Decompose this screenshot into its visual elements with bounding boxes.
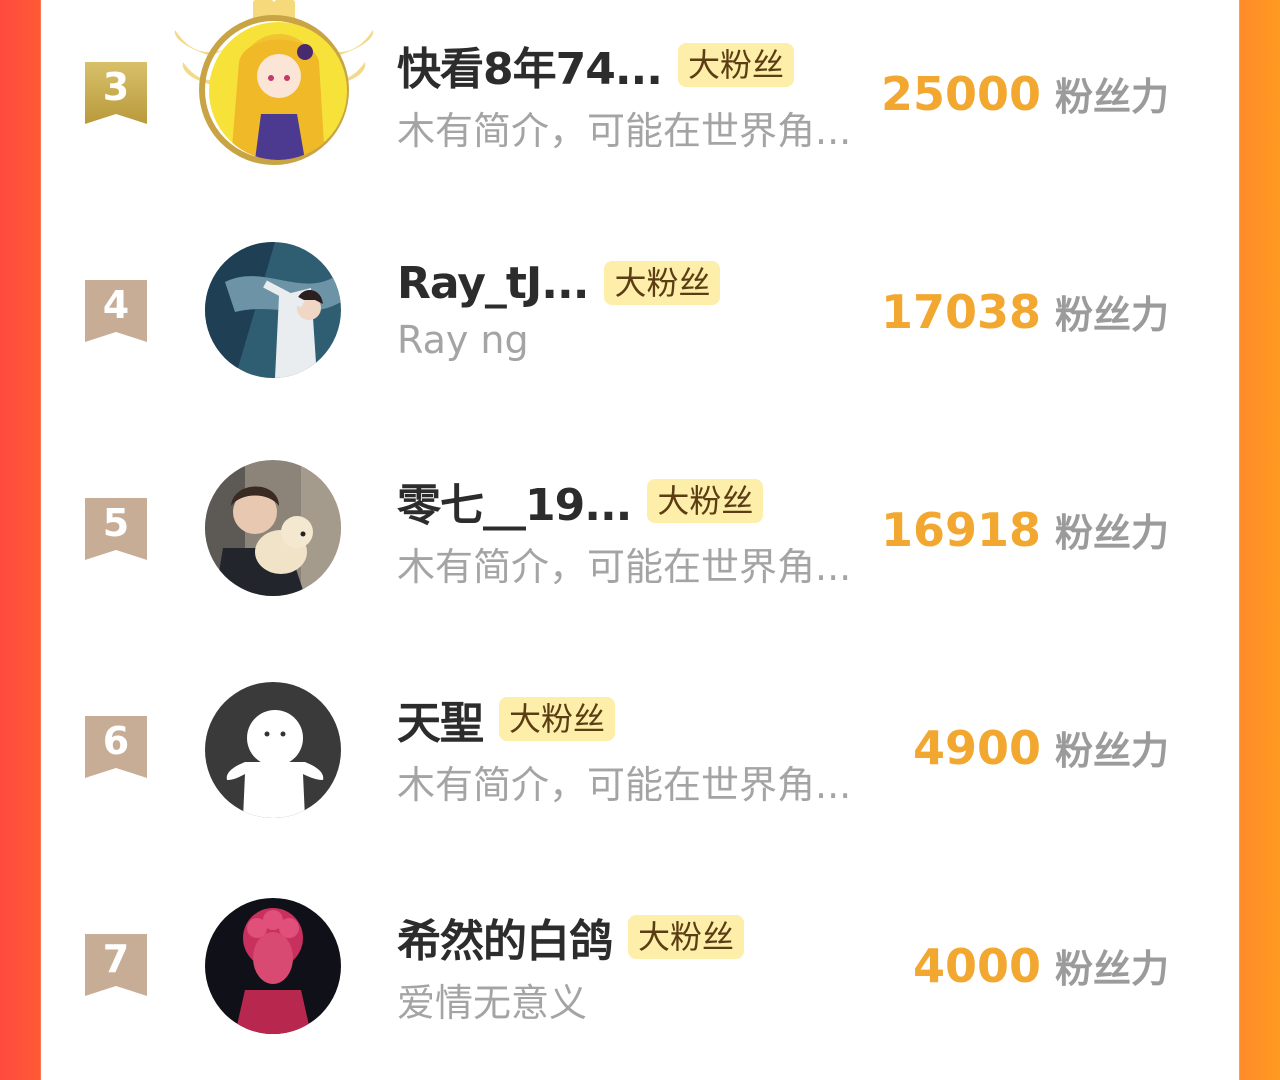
user-bio: 木有简介，可能在世界角... <box>397 109 852 153</box>
list-item[interactable]: 6 天聖 大粉丝 木有简介，可能在世界角... 4900 粉丝力 <box>41 644 1239 862</box>
fan-ranking-list: 3 快看8年74... 大粉丝 木有简介，可能在世界角... 25000 粉丝力… <box>41 0 1239 1034</box>
user-name[interactable]: 快看8年74... <box>397 33 663 97</box>
score-value: 16918 <box>880 503 1041 557</box>
user-bio: 爱情无意义 <box>397 981 588 1025</box>
user-name-line: 零七__19... 大粉丝 <box>397 474 764 531</box>
user-bio: Ray ng <box>397 318 529 362</box>
rank-ribbon: 6 <box>85 716 147 778</box>
manga-boy-avatar[interactable] <box>205 242 341 378</box>
score-value: 4900 <box>912 721 1041 775</box>
score-value: 4000 <box>912 939 1041 993</box>
list-item[interactable]: 4 Ray_tJ... 大粉丝 Ray ng 17038 粉丝力 <box>41 208 1239 426</box>
boy-with-dog-avatar[interactable] <box>205 460 341 596</box>
anime-girl-avatar[interactable] <box>209 22 347 160</box>
user-name[interactable]: 零七__19... <box>397 469 632 533</box>
score-value: 17038 <box>880 285 1041 339</box>
fan-level-badge: 大粉丝 <box>678 43 795 87</box>
fan-level-badge: 大粉丝 <box>604 261 721 305</box>
user-bio: 木有简介，可能在世界角... <box>397 545 852 589</box>
list-item[interactable]: 3 快看8年74... 大粉丝 木有简介，可能在世界角... 25000 粉丝力 <box>41 0 1239 208</box>
rank-ribbon: 5 <box>85 498 147 560</box>
fan-power-score: 17038 粉丝力 <box>881 284 1169 339</box>
fan-power-score: 16918 粉丝力 <box>881 502 1169 557</box>
score-unit: 粉丝力 <box>1054 947 1169 991</box>
user-name[interactable]: 天聖 <box>397 687 484 751</box>
list-item[interactable]: 7 希然的白鸽 大粉丝 爱情无意义 4000 粉丝力 <box>41 862 1239 1080</box>
user-name-line: 希然的白鸽 大粉丝 <box>397 910 745 967</box>
user-bio: 木有简介，可能在世界角... <box>397 763 852 807</box>
fan-power-score: 4000 粉丝力 <box>913 938 1169 993</box>
score-unit: 粉丝力 <box>1054 293 1169 337</box>
user-name-line: 快看8年74... 大粉丝 <box>397 38 795 95</box>
user-name-line: Ray_tJ... 大粉丝 <box>397 256 721 310</box>
fan-level-badge: 大粉丝 <box>499 697 616 741</box>
score-unit: 粉丝力 <box>1054 75 1169 119</box>
list-item[interactable]: 5 零七__19... 大粉丝 木有简介，可能在世界角... 16918 粉丝力 <box>41 426 1239 644</box>
fan-power-score: 4900 粉丝力 <box>913 720 1169 775</box>
score-unit: 粉丝力 <box>1054 729 1169 773</box>
user-name-line: 天聖 大粉丝 <box>397 692 616 749</box>
fan-power-score: 25000 粉丝力 <box>881 66 1169 121</box>
rank-ribbon: 4 <box>85 280 147 342</box>
fan-level-badge: 大粉丝 <box>647 479 764 523</box>
score-value: 25000 <box>880 67 1041 121</box>
statue-avatar[interactable] <box>205 898 341 1034</box>
user-name[interactable]: Ray_tJ... <box>397 258 589 309</box>
rank-ribbon: 7 <box>85 934 147 996</box>
rank-ribbon: 3 <box>85 62 147 124</box>
score-unit: 粉丝力 <box>1054 511 1169 555</box>
fan-level-badge: 大粉丝 <box>628 915 745 959</box>
default-ghost-avatar[interactable] <box>205 682 341 818</box>
user-name[interactable]: 希然的白鸽 <box>397 905 613 969</box>
